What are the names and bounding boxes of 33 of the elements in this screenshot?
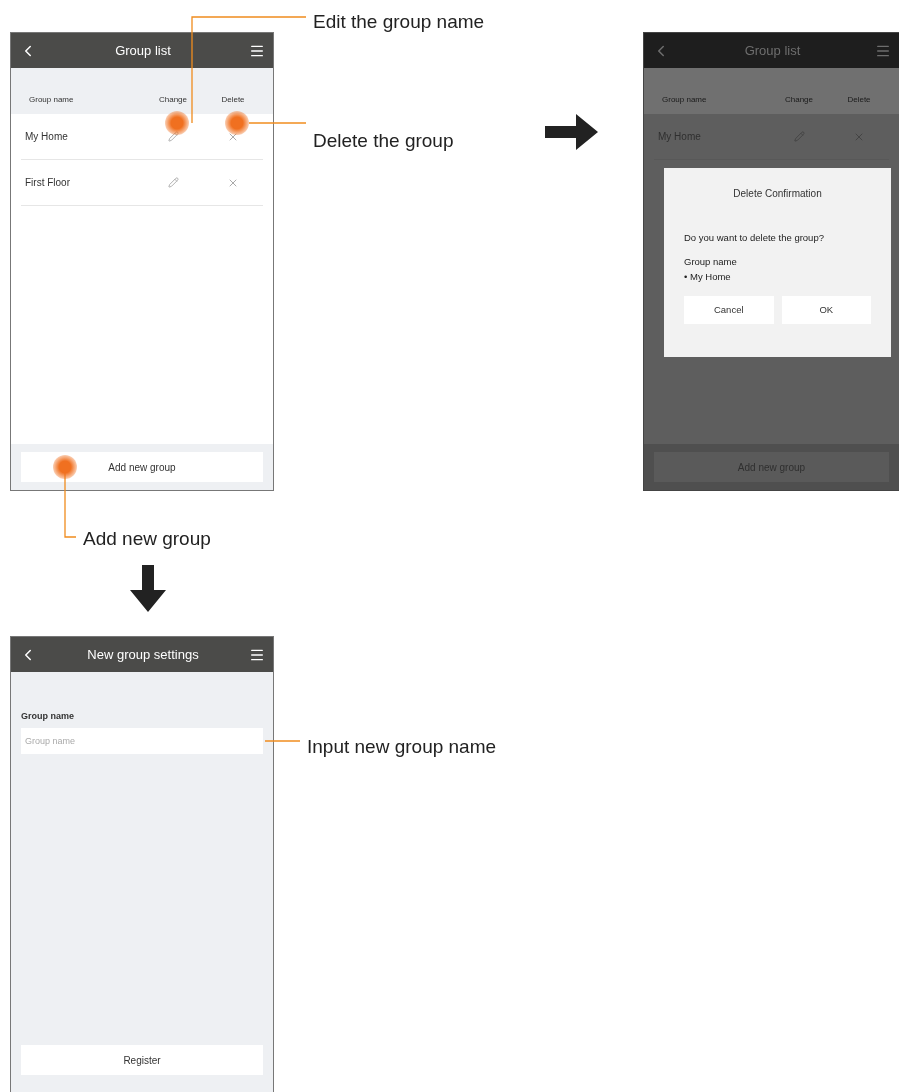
- callout-label: Delete the group: [313, 129, 454, 153]
- column-heading: Group name: [661, 94, 708, 106]
- screen-title: New group settings: [86, 645, 200, 664]
- dialog-button[interactable]: Cancel: [684, 295, 774, 324]
- tap-marker-icon: [225, 111, 249, 135]
- dialog-label: Group name: [684, 255, 738, 270]
- callout-label: Edit the group name: [313, 10, 485, 34]
- right-arrow-icon: [545, 114, 598, 150]
- edit-icon[interactable]: [167, 177, 179, 188]
- column-heading: Delete: [220, 94, 246, 106]
- group-name[interactable]: First Floor: [21, 175, 143, 190]
- column-heading: Group name: [28, 94, 75, 106]
- leader-line: [264, 740, 301, 742]
- field-label: Group name: [21, 710, 75, 723]
- add-group-button[interactable]: Add new group: [21, 452, 263, 482]
- screen-title: Group list: [743, 41, 802, 60]
- dialog-title: Delete Confirmation: [732, 187, 823, 201]
- down-arrow-icon: [130, 565, 166, 612]
- callout-label: Add new group: [83, 527, 211, 551]
- dialog-value: • My Home: [684, 269, 732, 284]
- tap-marker-icon: [53, 455, 77, 479]
- column-heading: Delete: [846, 94, 872, 106]
- edit-icon[interactable]: [167, 131, 179, 142]
- tap-marker-icon: [165, 111, 189, 135]
- column-heading: Change: [158, 94, 188, 106]
- column-heading: Change: [784, 94, 814, 106]
- screen-title: Group list: [114, 41, 172, 60]
- callout-label: Input new group name: [307, 735, 497, 759]
- dialog-button[interactable]: OK: [781, 295, 871, 324]
- register-button[interactable]: Register: [21, 1045, 263, 1075]
- dialog-message: Do you want to delete the group?: [684, 231, 825, 245]
- group-name-field[interactable]: Group name: [21, 727, 263, 754]
- group-name[interactable]: My Home: [21, 129, 143, 144]
